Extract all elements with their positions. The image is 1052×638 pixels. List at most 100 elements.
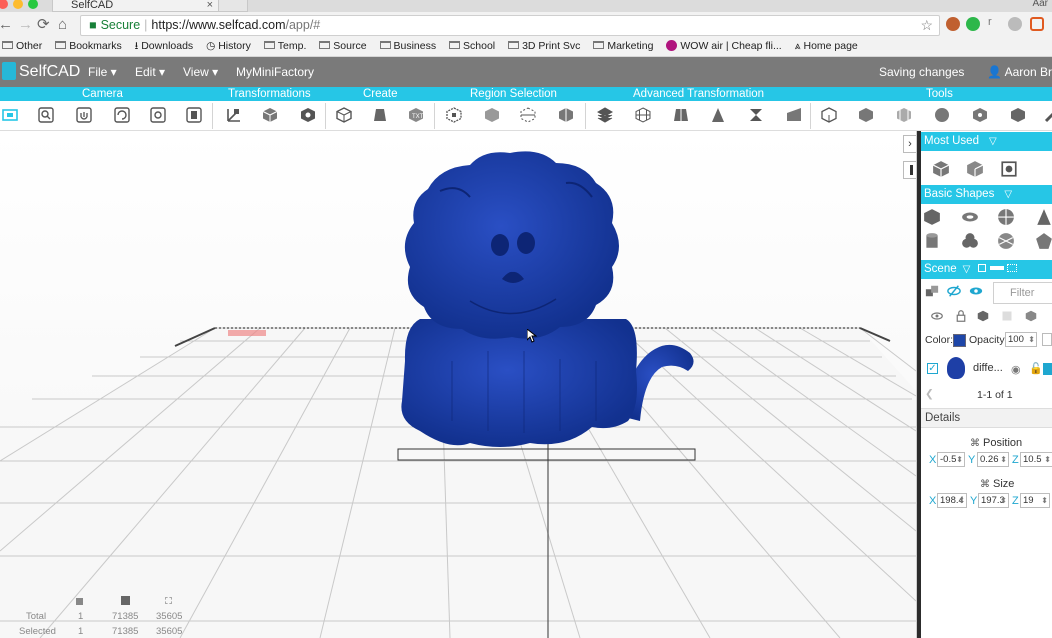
shape-cube-icon[interactable] bbox=[923, 208, 941, 226]
scene-grid-icon[interactable] bbox=[1007, 264, 1018, 272]
object-visibility-icon[interactable]: ◉ bbox=[1011, 363, 1021, 376]
fit-view-icon[interactable] bbox=[2, 107, 18, 123]
new-tab-button[interactable] bbox=[218, 0, 248, 12]
scene-view-toggle-icon[interactable] bbox=[978, 264, 987, 272]
address-bar[interactable]: ■ Secure | https://www.selfcad.com/app/# ☆ bbox=[80, 15, 940, 36]
basic-shapes-header[interactable]: Basic Shapes ▽ bbox=[921, 185, 1052, 204]
bookmark-source[interactable]: Source bbox=[319, 38, 367, 55]
camera-settings-icon[interactable] bbox=[150, 107, 166, 123]
hide-all-icon[interactable] bbox=[947, 284, 961, 298]
mesh-cube-icon[interactable] bbox=[896, 107, 912, 123]
more-tools-icon[interactable] bbox=[1044, 107, 1052, 123]
object-select-checkbox[interactable]: ✓ bbox=[927, 363, 938, 374]
bookmark-temp[interactable]: Temp. bbox=[263, 38, 306, 55]
tab-close-icon[interactable]: × bbox=[207, 0, 213, 11]
back-icon[interactable]: ← bbox=[0, 15, 13, 35]
hollow-icon[interactable] bbox=[972, 107, 988, 123]
3d-viewport[interactable]: Total 1 71385 35605 Selected 1 71385 356… bbox=[0, 131, 916, 638]
bookmark-bookmarks[interactable]: Bookmarks bbox=[55, 38, 122, 55]
show-all-icon[interactable] bbox=[969, 284, 983, 298]
bookmark-star-icon[interactable]: ☆ bbox=[920, 16, 933, 35]
category-create[interactable]: Create bbox=[363, 87, 398, 101]
object-lock-icon[interactable]: 🔓 bbox=[1029, 362, 1043, 375]
text-3d-icon[interactable]: TXT bbox=[408, 107, 424, 123]
profile-extension-icon[interactable] bbox=[946, 17, 960, 31]
cube-icon[interactable] bbox=[262, 107, 278, 123]
shape-cylinder-icon[interactable] bbox=[923, 232, 941, 250]
object-name[interactable]: diffe... bbox=[973, 362, 1003, 374]
move-icon[interactable] bbox=[226, 107, 242, 123]
select-edges-icon[interactable] bbox=[520, 107, 536, 123]
bend-icon[interactable] bbox=[786, 107, 802, 123]
category-region-selection[interactable]: Region Selection bbox=[470, 87, 557, 101]
user-menu[interactable]: 👤 Aaron Bre bbox=[987, 65, 1052, 79]
zoom-icon[interactable] bbox=[38, 107, 54, 123]
visibility-icon[interactable] bbox=[931, 309, 943, 321]
scene-header[interactable]: Scene ▽ bbox=[921, 260, 1052, 279]
category-advanced-transformation[interactable]: Advanced Transformation bbox=[633, 87, 764, 101]
file-menu[interactable]: File ▾ bbox=[88, 65, 117, 79]
sphere-tool-icon[interactable] bbox=[934, 107, 950, 123]
reload-icon[interactable]: ⟳ bbox=[37, 15, 50, 35]
most-used-cube-icon[interactable] bbox=[932, 160, 950, 178]
myminifactory-menu[interactable]: MyMiniFactory bbox=[236, 65, 314, 79]
size-x-input[interactable]: 198.4 bbox=[937, 493, 967, 508]
rotate-view-icon[interactable] bbox=[114, 107, 130, 123]
bevel-icon[interactable] bbox=[673, 107, 689, 123]
panel-resize-handle[interactable] bbox=[903, 161, 917, 179]
opacity-more-icon[interactable] bbox=[1042, 333, 1052, 346]
snapshot-icon[interactable] bbox=[186, 107, 202, 123]
position-z-input[interactable]: 10.5 bbox=[1020, 452, 1052, 467]
bookmark-downloads[interactable]: ⭳ Downloads bbox=[135, 38, 194, 55]
orange-extension-icon[interactable] bbox=[1030, 17, 1044, 31]
view-menu[interactable]: View ▾ bbox=[183, 65, 218, 79]
stitch-icon[interactable] bbox=[821, 107, 837, 123]
category-transformations[interactable]: Transformations bbox=[228, 87, 311, 101]
object-more-icon[interactable] bbox=[1043, 363, 1052, 375]
shape-torus-icon[interactable] bbox=[961, 208, 979, 226]
twist-icon[interactable] bbox=[748, 107, 764, 123]
r-extension-icon[interactable]: r bbox=[988, 16, 1002, 30]
panel-collapse-button[interactable]: › bbox=[903, 135, 917, 153]
opacity-stepper[interactable]: 100 bbox=[1005, 332, 1037, 347]
taper-icon[interactable] bbox=[710, 107, 726, 123]
prev-page-icon[interactable]: ❮ bbox=[925, 388, 934, 400]
shape-geosphere-icon[interactable] bbox=[997, 232, 1015, 250]
bookmark-home-page[interactable]: ⩓ Home page bbox=[795, 38, 858, 55]
bookmark-3d-print[interactable]: 3D Print Svc bbox=[508, 38, 580, 55]
shape-cone-icon[interactable] bbox=[1035, 208, 1052, 226]
bookmark-other[interactable]: Other bbox=[2, 38, 42, 55]
forward-icon[interactable]: → bbox=[18, 15, 33, 35]
scale-icon[interactable] bbox=[300, 107, 316, 123]
select-faces-icon[interactable] bbox=[484, 107, 500, 123]
bookmark-wow-air[interactable]: WOW air | Cheap fli... bbox=[666, 38, 782, 55]
bookmark-history[interactable]: ◷ History bbox=[206, 38, 251, 55]
scene-filter-input[interactable]: Filter bbox=[993, 282, 1052, 304]
size-z-input[interactable]: 19 bbox=[1020, 493, 1050, 508]
panel-scrollbar[interactable] bbox=[917, 131, 921, 638]
lock-icon[interactable] bbox=[955, 309, 967, 322]
browser-tab-selfcad[interactable]: SelfCAD × bbox=[52, 0, 220, 12]
select-object-icon[interactable] bbox=[558, 107, 574, 123]
shaded-view-icon[interactable] bbox=[1025, 309, 1037, 322]
edit-menu[interactable]: Edit ▾ bbox=[135, 65, 165, 79]
wireframe-view-icon[interactable] bbox=[1001, 309, 1013, 321]
extrude-icon[interactable] bbox=[372, 107, 388, 123]
grey-extension-icon[interactable] bbox=[1008, 17, 1022, 31]
bookmark-marketing[interactable]: Marketing bbox=[593, 38, 653, 55]
size-y-input[interactable]: 197.3 bbox=[978, 493, 1009, 508]
shape-sphere-icon[interactable] bbox=[997, 208, 1015, 226]
boolean-icon[interactable] bbox=[1010, 107, 1026, 123]
most-used-header[interactable]: Most Used ▽ bbox=[921, 132, 1052, 151]
green-extension-icon[interactable] bbox=[966, 17, 980, 31]
browser-profile-name[interactable]: Aar bbox=[1032, 0, 1048, 9]
create-box-icon[interactable] bbox=[336, 107, 352, 123]
color-swatch[interactable] bbox=[953, 334, 966, 347]
category-tools[interactable]: Tools bbox=[926, 87, 953, 101]
bookmark-school[interactable]: School bbox=[449, 38, 495, 55]
pan-icon[interactable] bbox=[76, 107, 92, 123]
details-header[interactable]: Details bbox=[921, 408, 1052, 428]
most-used-box-icon[interactable] bbox=[966, 160, 984, 178]
layers-icon[interactable] bbox=[596, 107, 614, 123]
home-icon[interactable]: ⌂ bbox=[58, 15, 67, 35]
